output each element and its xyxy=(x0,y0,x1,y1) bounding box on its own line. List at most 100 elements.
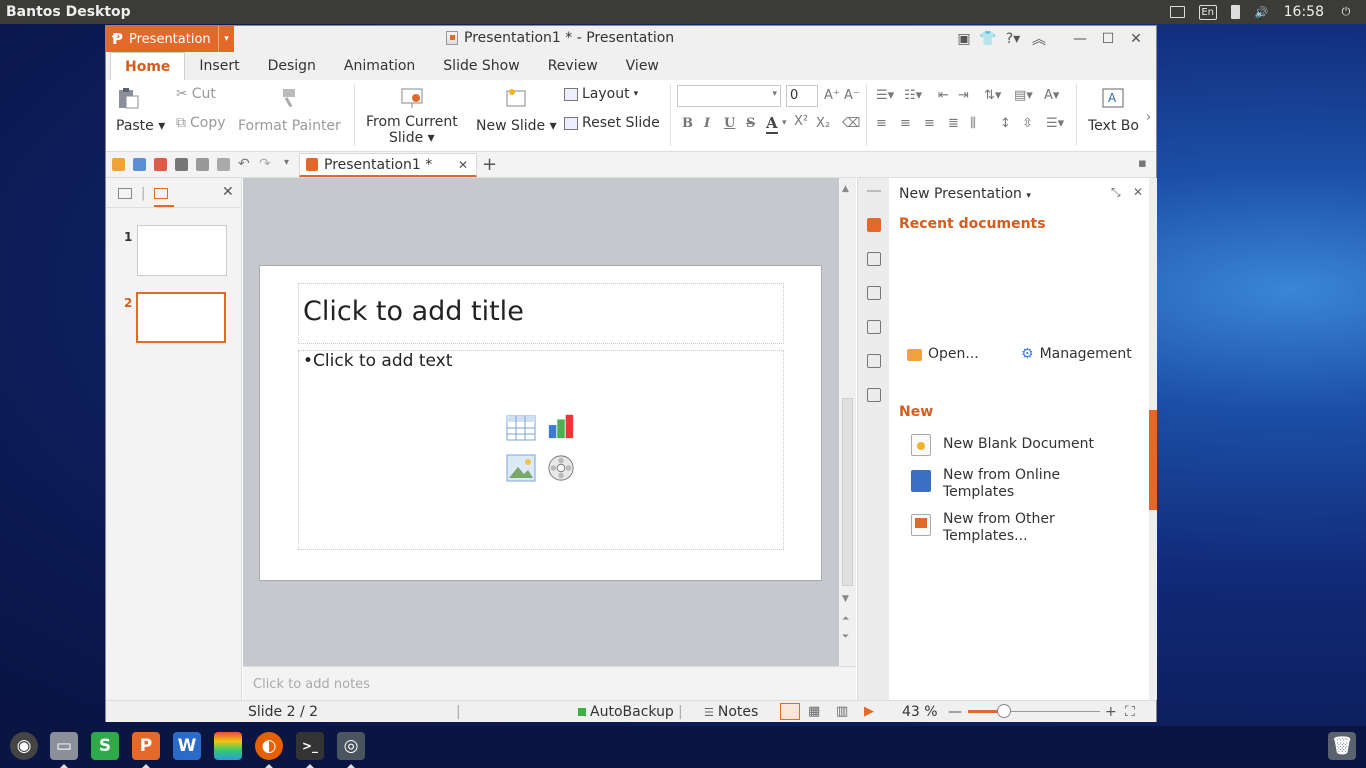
open-button[interactable]: Open... xyxy=(907,346,979,363)
tab-review[interactable]: Review xyxy=(534,52,612,80)
zoom-out-button[interactable]: — xyxy=(948,704,962,720)
firefox-icon[interactable]: ◐ xyxy=(255,732,283,760)
new-from-online-templates-link[interactable]: New from Online Templates xyxy=(943,467,1060,501)
align-left-icon[interactable]: ≡ xyxy=(876,116,887,131)
tab-slide-show[interactable]: Slide Show xyxy=(429,52,533,80)
slides-view-icon[interactable] xyxy=(154,188,168,199)
app-menu-button[interactable]: Ᵽ Presentation ▾ xyxy=(106,26,234,52)
zoom-slider-knob[interactable] xyxy=(996,704,1011,718)
maximize-button[interactable]: ☐ xyxy=(1094,29,1122,49)
slide-sorter-icon[interactable]: ▦ xyxy=(808,704,820,719)
launcher-icon[interactable]: ◉ xyxy=(10,732,38,760)
task-pane-collapse-handle[interactable] xyxy=(1149,410,1157,510)
title-placeholder[interactable]: Click to add title xyxy=(298,283,784,344)
justify-icon[interactable]: ≣ xyxy=(948,116,959,131)
autobackup-button[interactable]: AutoBackup xyxy=(578,704,674,720)
close-pane-icon[interactable]: ✕ xyxy=(1133,185,1143,199)
zoom-in-button[interactable]: + xyxy=(1105,704,1117,720)
italic-button[interactable]: I xyxy=(704,116,710,131)
text-direction-icon[interactable]: ⇅▾ xyxy=(984,88,1001,103)
tab-view[interactable]: View xyxy=(612,52,673,80)
open-icon[interactable] xyxy=(112,158,125,171)
font-name-box[interactable] xyxy=(677,85,781,107)
align-right-icon[interactable]: ≡ xyxy=(924,116,935,131)
files-icon[interactable]: ▭ xyxy=(50,732,78,760)
increase-font-icon[interactable]: A⁺ xyxy=(824,88,840,103)
tab-design[interactable]: Design xyxy=(254,52,330,80)
next-slide-icon[interactable]: ⏷ xyxy=(842,632,849,642)
tab-insert[interactable]: Insert xyxy=(185,52,253,80)
task-pane-scrollbar[interactable] xyxy=(1149,178,1157,700)
close-tab-icon[interactable]: ✕ xyxy=(458,158,468,172)
slide-thumbnail[interactable] xyxy=(137,225,227,276)
current-slide[interactable]: Click to add title •Click to add text xyxy=(259,265,822,581)
normal-view-icon[interactable] xyxy=(780,703,800,720)
from-current-slide-button[interactable]: From Current Slide ▾ xyxy=(366,86,458,146)
tab-animation[interactable]: Animation xyxy=(330,52,429,80)
terminal-icon[interactable]: >_ xyxy=(296,732,324,760)
ribbon-scroll-icon[interactable]: › xyxy=(1146,110,1151,125)
insert-table-icon[interactable] xyxy=(506,414,536,442)
help-icon[interactable]: ?▾ xyxy=(1000,29,1026,49)
screenshot-icon[interactable]: ◎ xyxy=(337,732,365,760)
trash-icon[interactable]: 🗑 xyxy=(1328,732,1356,760)
battery-icon[interactable] xyxy=(1230,5,1240,19)
font-size-box[interactable]: 0 xyxy=(786,85,818,107)
tab-home[interactable]: Home xyxy=(110,52,186,80)
cut-button[interactable]: ✂ Cut xyxy=(176,86,216,102)
format-painter-button[interactable]: Format Painter xyxy=(238,86,341,134)
numbering-icon[interactable]: ☷▾ xyxy=(904,88,922,103)
text-style-icon[interactable]: A▾ xyxy=(1044,88,1059,103)
reset-slide-button[interactable]: Reset Slide xyxy=(564,115,660,131)
tab-options-icon[interactable]: ▪ xyxy=(1138,156,1147,171)
close-button[interactable]: ✕ xyxy=(1122,29,1150,49)
align-center-icon[interactable]: ≡ xyxy=(900,116,911,131)
undo-icon[interactable]: ↶ xyxy=(238,156,250,172)
layout-button[interactable]: Layout ▾ xyxy=(564,86,638,102)
insert-chart-icon[interactable] xyxy=(546,412,576,440)
print-preview-icon[interactable] xyxy=(196,158,209,171)
superscript-button[interactable]: X² xyxy=(794,114,808,129)
reading-view-icon[interactable]: ▥ xyxy=(836,704,848,719)
slideshow-play-icon[interactable]: ▶ xyxy=(864,704,874,719)
writer-icon[interactable]: W xyxy=(173,732,201,760)
notes-pane[interactable]: Click to add notes xyxy=(243,666,856,700)
skin-icon[interactable]: 👕 xyxy=(976,29,1000,49)
management-button[interactable]: ⚙ Management xyxy=(1021,346,1132,363)
new-slide-button[interactable]: New Slide ▾ xyxy=(476,86,557,134)
minimize-button[interactable]: — xyxy=(1066,29,1094,49)
bullets-icon[interactable]: ☰▾ xyxy=(876,88,894,103)
document-tab[interactable]: Presentation1 * ✕ xyxy=(299,153,477,177)
new-blank-document-link[interactable]: New Blank Document xyxy=(943,436,1094,453)
outline-view-icon[interactable] xyxy=(118,188,132,199)
scroll-up-icon[interactable]: ▲ xyxy=(842,184,849,194)
slide-layout-icon[interactable] xyxy=(867,320,881,334)
vertical-scrollbar[interactable]: ▲ ▼ ⏶ ⏷ xyxy=(839,178,856,666)
volume-icon[interactable]: 🔊 xyxy=(1254,5,1270,19)
decrease-font-icon[interactable]: A⁻ xyxy=(844,88,860,103)
layers-app-icon[interactable] xyxy=(214,732,242,760)
task-pane-title[interactable]: New Presentation ▾ xyxy=(899,186,1031,202)
insert-media-icon[interactable] xyxy=(546,454,576,482)
decrease-indent-icon[interactable]: ⇤ xyxy=(938,88,949,103)
new-from-other-templates-link[interactable]: New from Other Templates... xyxy=(943,511,1055,545)
paragraph-spacing-icon[interactable]: ⇳ xyxy=(1022,116,1033,131)
font-color-dropdown-icon[interactable]: ▾ xyxy=(782,118,787,128)
bold-button[interactable]: B xyxy=(682,116,693,131)
print-icon[interactable] xyxy=(175,158,188,171)
text-box-button[interactable]: A Text Bo xyxy=(1088,86,1139,134)
spreadsheets-icon[interactable]: S xyxy=(91,732,119,760)
slide-transition-icon[interactable] xyxy=(867,286,881,300)
font-color-button[interactable]: A xyxy=(766,114,778,134)
backup-icon[interactable] xyxy=(867,354,881,368)
clear-format-icon[interactable]: ⌫ xyxy=(842,116,860,131)
app-menu-dropdown-icon[interactable]: ▾ xyxy=(218,26,234,52)
redo-icon[interactable]: ↷ xyxy=(259,156,271,172)
distribute-icon[interactable]: ⫼ xyxy=(970,116,976,131)
keyboard-layout-indicator[interactable]: En xyxy=(1198,4,1217,20)
close-panel-icon[interactable]: ✕ xyxy=(222,184,234,200)
save-icon[interactable] xyxy=(133,158,146,171)
new-tab-icon[interactable]: + xyxy=(482,154,497,175)
custom-animation-icon[interactable] xyxy=(867,252,881,266)
display-icon[interactable] xyxy=(1169,6,1185,18)
